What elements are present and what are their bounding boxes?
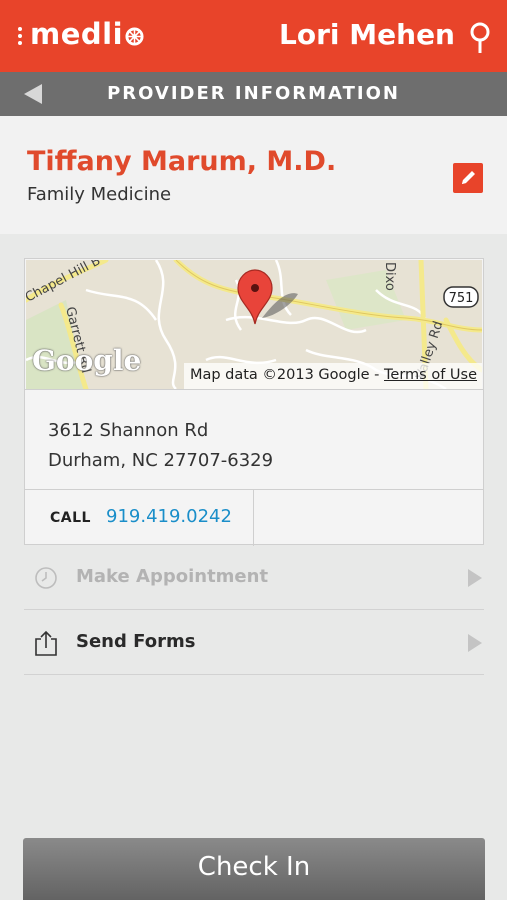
location-pin-icon[interactable] (469, 22, 491, 54)
make-appointment-row[interactable]: Make Appointment (24, 545, 484, 610)
map-label-dixon: Dixo (382, 262, 397, 291)
chevron-right-icon (468, 634, 482, 652)
address-line-1: 3612 Shannon Rd (48, 420, 209, 441)
send-forms-label: Send Forms (76, 631, 196, 652)
phone-number-link[interactable]: 919.419.0242 (106, 506, 232, 527)
google-logo: Google (32, 344, 142, 377)
section-title: PROVIDER INFORMATION (107, 83, 400, 104)
map-attribution-text: Map data ©2013 Google - (189, 367, 385, 383)
make-appointment-label: Make Appointment (76, 566, 269, 587)
provider-address[interactable]: 3612 Shannon Rd Durham, NC 27707-6329 (25, 389, 483, 489)
call-label: CALL (50, 510, 91, 526)
provider-card: Chapel Hill B Garrett Rd Dixo Valley Rd … (24, 258, 484, 546)
edit-button[interactable] (453, 163, 483, 193)
map-attribution: Map data ©2013 Google - Terms of Use (183, 363, 482, 389)
provider-name: Tiffany Marum, M.D. (27, 146, 337, 177)
terms-of-use-link[interactable]: Terms of Use (384, 367, 477, 383)
app-logo-text: medli (30, 17, 124, 51)
chevron-right-icon (468, 569, 482, 587)
user-name[interactable]: Lori Mehen (279, 18, 455, 51)
address-line-2: Durham, NC 27707-6329 (48, 450, 274, 471)
map-view[interactable]: Chapel Hill B Garrett Rd Dixo Valley Rd … (26, 260, 482, 389)
logo-flower-icon (125, 27, 144, 46)
app-logo: medli (30, 17, 144, 51)
pencil-icon (462, 171, 475, 184)
upload-icon (35, 630, 57, 656)
check-in-button[interactable]: Check In (23, 838, 485, 900)
provider-header: Tiffany Marum, M.D. Family Medicine (0, 116, 507, 234)
route-number: 751 (449, 291, 474, 306)
provider-specialty: Family Medicine (27, 184, 172, 205)
call-row: CALL 919.419.0242 (25, 489, 483, 546)
send-forms-row[interactable]: Send Forms (24, 610, 484, 675)
clock-icon (35, 567, 57, 589)
section-bar: PROVIDER INFORMATION (0, 72, 507, 116)
call-button[interactable]: CALL 919.419.0242 (25, 490, 254, 546)
menu-icon[interactable] (18, 27, 22, 45)
app-header: medli Lori Mehen (0, 0, 507, 72)
